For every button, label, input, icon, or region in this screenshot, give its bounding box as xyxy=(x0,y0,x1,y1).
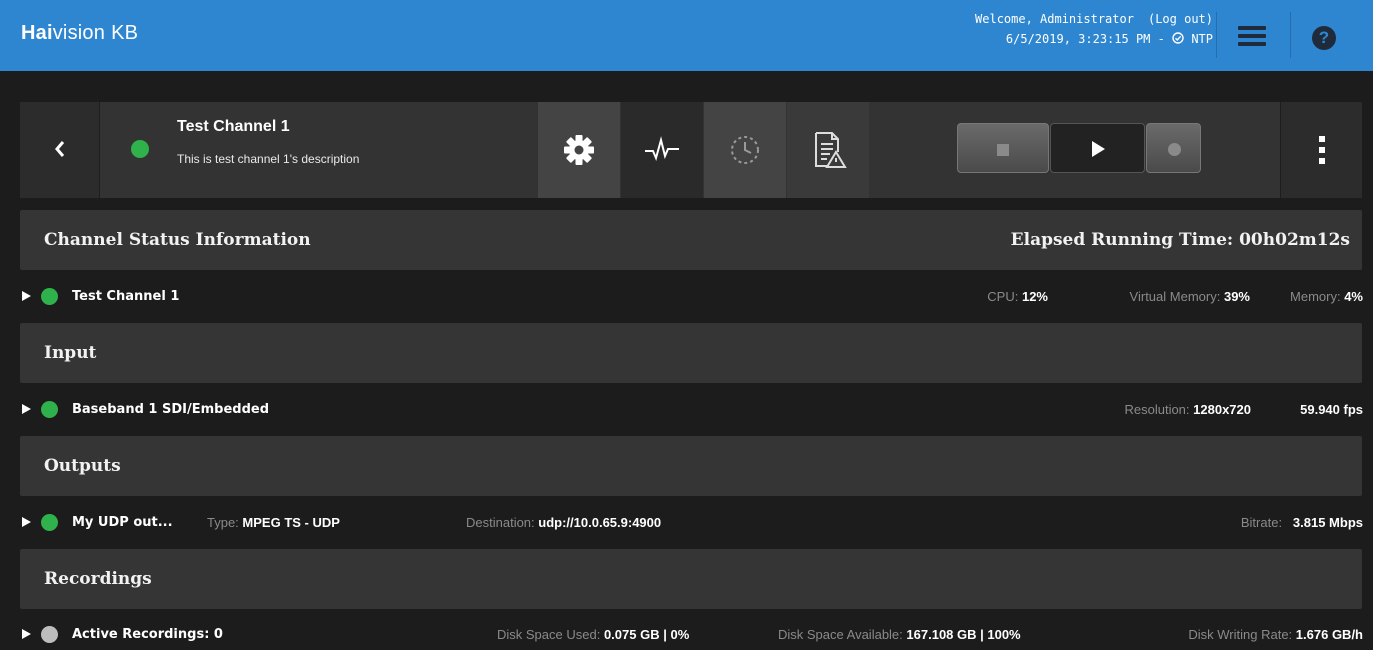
check-circle-icon xyxy=(1172,32,1184,44)
logo[interactable]: Haivision KB xyxy=(21,22,138,45)
record-icon xyxy=(1168,143,1181,156)
caret-right-icon[interactable] xyxy=(22,291,31,301)
header-divider xyxy=(1216,12,1217,58)
vmem-value: 39% xyxy=(1223,289,1250,304)
row-name: Test Channel 1 xyxy=(72,289,180,304)
caret-right-icon[interactable] xyxy=(22,629,31,639)
vmem-label: Virtual Memory: xyxy=(1129,289,1221,304)
section-title: Input xyxy=(44,343,97,363)
schedule-button[interactable] xyxy=(704,102,786,198)
resolution-label: Resolution: xyxy=(1124,402,1190,417)
pulse-icon xyxy=(645,136,679,162)
channel-description: This is test channel 1's description xyxy=(177,152,360,166)
menu-icon[interactable] xyxy=(1238,26,1266,46)
caret-right-icon[interactable] xyxy=(22,404,31,414)
input-row[interactable]: Baseband 1 SDI/Embedded Resolution: 1280… xyxy=(0,385,1373,435)
logo-brand: Hai xyxy=(21,22,53,44)
section-title: Outputs xyxy=(44,456,121,476)
fps-value: 59.940 fps xyxy=(1300,402,1363,417)
status-dot xyxy=(41,514,58,531)
resolution-stat: Resolution: 1280x720 xyxy=(1124,402,1251,417)
header-divider xyxy=(1290,12,1291,58)
cpu-stat: CPU: 12% xyxy=(987,289,1048,304)
resolution-value: 1280x720 xyxy=(1193,402,1251,417)
gear-icon xyxy=(564,135,594,165)
logout-link[interactable]: (Log out) xyxy=(1148,12,1213,26)
status-dot xyxy=(41,288,58,305)
destination-label: Destination: xyxy=(466,515,535,530)
disk-available-label: Disk Space Available: xyxy=(778,627,903,642)
bitrate-label: Bitrate: xyxy=(1240,515,1283,530)
mem-label: Memory: xyxy=(1290,289,1341,304)
disk-used-value: 0.075 GB | 0% xyxy=(603,627,690,642)
output-row[interactable]: My UDP out... Type: MPEG TS - UDP Destin… xyxy=(0,498,1373,548)
recordings-header: Recordings xyxy=(20,549,1362,609)
channel-status-row[interactable]: Test Channel 1 CPU: 12% Virtual Memory: … xyxy=(0,272,1373,322)
row-name: Baseband 1 SDI/Embedded xyxy=(72,402,269,417)
bitrate-stat: Bitrate: 3.815 Mbps xyxy=(1241,515,1363,530)
mem-value: 4% xyxy=(1344,289,1363,304)
bitrate-value: 3.815 Mbps xyxy=(1292,515,1363,530)
chevron-left-icon xyxy=(55,141,65,157)
logo-product: KB xyxy=(111,22,139,44)
row-name: My UDP out... xyxy=(72,515,173,530)
log-warning-icon xyxy=(815,132,847,168)
event-log-button[interactable] xyxy=(787,102,869,198)
status-dot xyxy=(41,626,58,643)
row-name: Active Recordings: 0 xyxy=(72,627,223,642)
back-button[interactable] xyxy=(20,102,100,198)
disk-rate-stat: Disk Writing Rate: 1.676 GB/h xyxy=(1188,627,1363,642)
top-bar: Haivision KB Welcome, Administrator (Log o… xyxy=(0,0,1373,71)
channel-name: Test Channel 1 xyxy=(177,118,290,135)
disk-available-value: 167.108 GB | 100% xyxy=(906,627,1021,642)
more-options-button[interactable] xyxy=(1280,102,1362,198)
kebab-icon xyxy=(1319,136,1325,142)
destination-value: udp://10.0.65.9:4900 xyxy=(538,515,662,530)
disk-rate-label: Disk Writing Rate: xyxy=(1188,627,1293,642)
disk-available-stat: Disk Space Available: 167.108 GB | 100% xyxy=(778,627,1021,642)
datetime-text: 6/5/2019, 3:23:15 PM - xyxy=(1005,32,1173,46)
play-button[interactable] xyxy=(1050,123,1145,173)
ntp-label: NTP xyxy=(1191,32,1213,46)
user-info: Welcome, Administrator (Log out) 6/5/2019… xyxy=(893,9,1213,49)
settings-button[interactable] xyxy=(538,102,620,198)
elapsed-time: Elapsed Running Time: 00h02m12s xyxy=(1010,230,1350,250)
channel-status-dot xyxy=(131,140,149,158)
channel-status-header: Channel Status Information Elapsed Runni… xyxy=(20,210,1362,270)
channel-toolbar: Test Channel 1 This is test channel 1's … xyxy=(20,102,1362,198)
welcome-text: Welcome, Administrator xyxy=(975,12,1134,26)
input-header: Input xyxy=(20,323,1362,383)
kebab-icon-dot xyxy=(1319,158,1325,164)
kebab-icon-dot xyxy=(1319,147,1325,153)
clock-icon xyxy=(731,136,759,164)
caret-right-icon[interactable] xyxy=(22,517,31,527)
cpu-label: CPU: xyxy=(987,289,1019,304)
memory-stat: Memory: 4% xyxy=(1290,289,1363,304)
stop-icon xyxy=(997,144,1009,156)
outputs-header: Outputs xyxy=(20,436,1362,496)
type-stat: Type: MPEG TS - UDP xyxy=(207,515,340,530)
section-title: Channel Status Information xyxy=(44,230,311,250)
virtual-memory-stat: Virtual Memory: 39% xyxy=(1130,289,1250,304)
section-title: Recordings xyxy=(44,569,152,589)
recordings-row[interactable]: Active Recordings: 0 Disk Space Used: 0.… xyxy=(0,610,1373,650)
help-icon[interactable]: ? xyxy=(1312,26,1336,50)
record-button[interactable] xyxy=(1146,123,1201,173)
status-dot xyxy=(41,401,58,418)
stop-button[interactable] xyxy=(957,123,1049,173)
logo-text: vision xyxy=(52,22,106,44)
disk-used-stat: Disk Space Used: 0.075 GB | 0% xyxy=(497,627,689,642)
destination-stat: Destination: udp://10.0.65.9:4900 xyxy=(466,515,661,530)
type-value: MPEG TS - UDP xyxy=(242,515,340,530)
fps-stat: 59.940 fps xyxy=(1300,402,1363,417)
disk-rate-value: 1.676 GB/h xyxy=(1295,627,1363,642)
disk-used-label: Disk Space Used: xyxy=(497,627,601,642)
statistics-button[interactable] xyxy=(621,102,703,198)
transport-controls xyxy=(957,123,1201,173)
type-label: Type: xyxy=(207,515,239,530)
cpu-value: 12% xyxy=(1021,289,1048,304)
play-icon xyxy=(1092,141,1105,157)
